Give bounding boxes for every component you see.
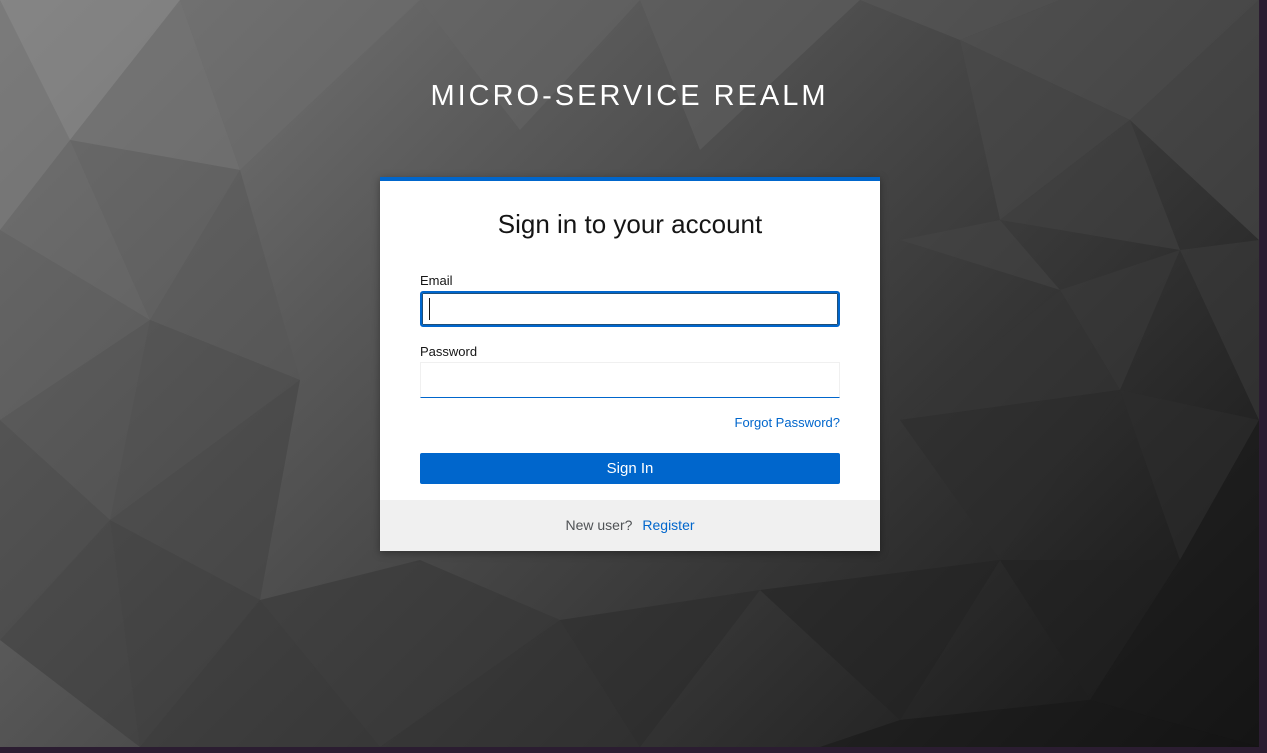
card-footer: New user? Register <box>380 500 880 551</box>
login-title: Sign in to your account <box>497 209 763 239</box>
register-link[interactable]: Register <box>642 517 694 533</box>
window-edge-right <box>1259 0 1267 753</box>
password-input[interactable] <box>420 362 840 398</box>
email-label: Email <box>420 273 453 288</box>
text-cursor <box>429 298 430 320</box>
realm-title: MICRO-SERVICE REALM <box>430 80 829 112</box>
new-user-text: New user? <box>565 517 633 533</box>
login-card: Sign in to your account Email Password F… <box>380 177 880 551</box>
email-input[interactable] <box>420 291 840 327</box>
window-edge-bottom <box>0 747 1267 753</box>
forgot-password-link[interactable]: Forgot Password? <box>735 415 841 430</box>
password-label: Password <box>420 344 478 359</box>
sign-in-button[interactable]: Sign In <box>420 453 840 484</box>
